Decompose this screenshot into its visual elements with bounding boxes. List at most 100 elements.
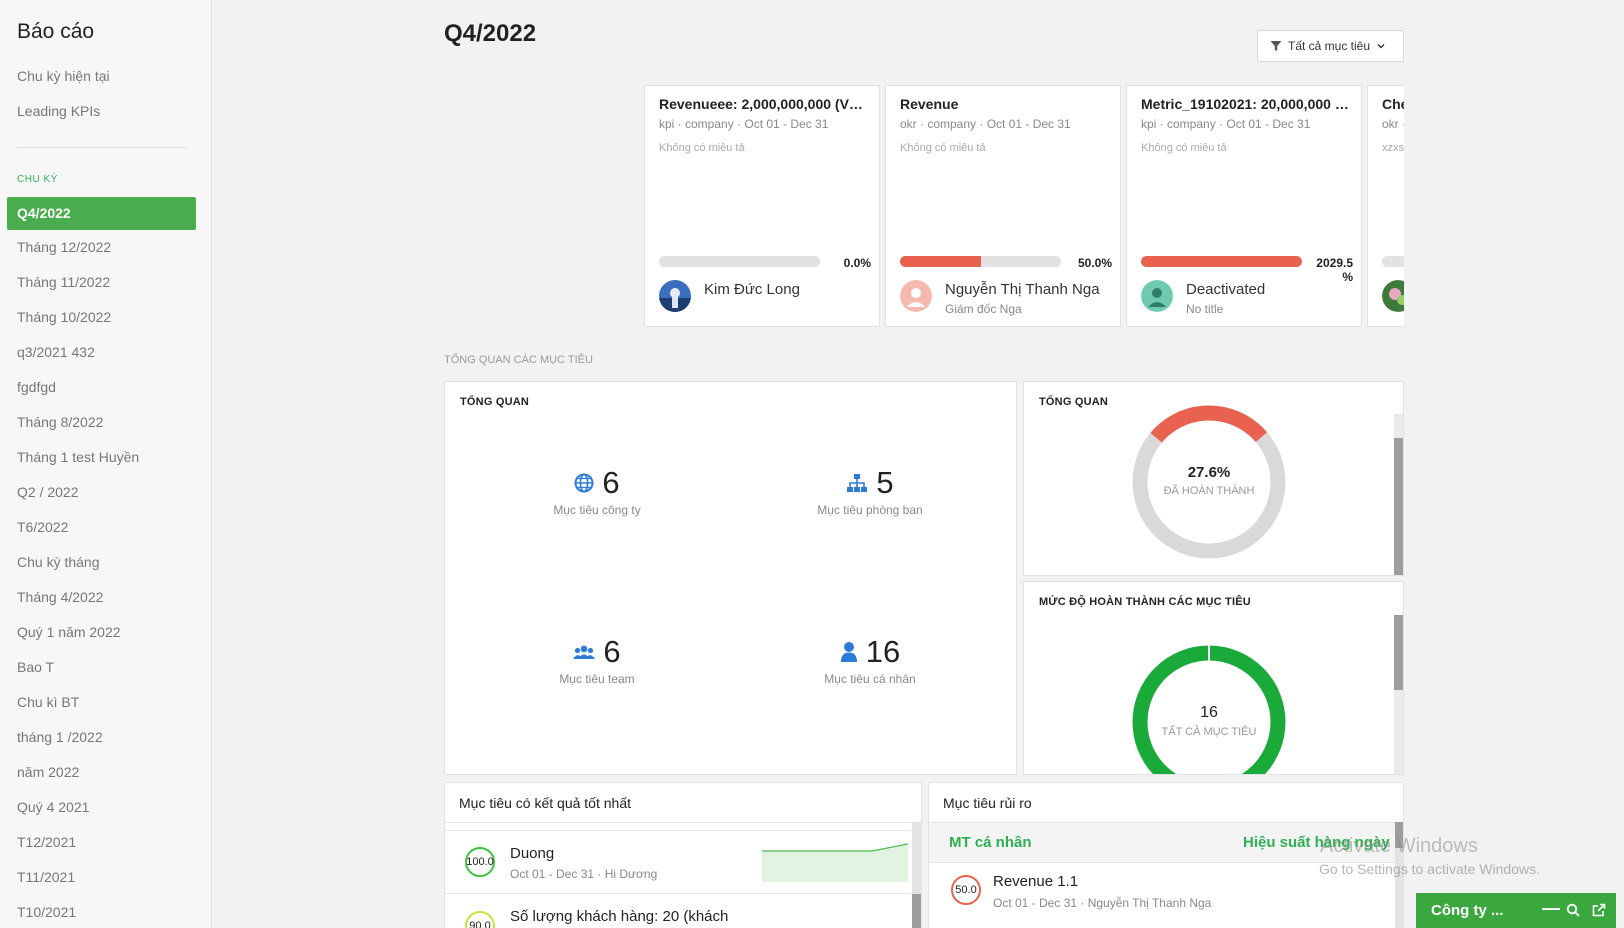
sidebar-cycle-item[interactable]: Bao T [7,651,196,684]
chat-widget-label: Công ty ... [1431,902,1504,919]
best-results-scrollbar[interactable] [912,822,921,928]
scrollbar-thumb[interactable] [912,894,921,928]
sidebar-cycle-item[interactable]: Tháng 12/2022 [7,231,196,264]
external-link-icon[interactable] [1592,903,1606,917]
stat-team-goals[interactable]: 6 Mục tiêu team [497,634,697,686]
best-result-row[interactable]: 90.0 Số lượng khách hàng: 20 (khách [445,894,911,928]
sidebar-cycle-item[interactable]: Tháng 10/2022 [7,301,196,334]
sidebar-cycle-item[interactable]: T10/2021 [7,896,196,928]
avatar [1141,280,1173,312]
page-title: Q4/2022 [444,20,537,47]
minimize-icon[interactable]: — [1542,898,1560,919]
kpi-owner-name: Nguyễn Thị Thanh Nga [945,281,1100,298]
kpi-card-description: xzxs [1382,142,1404,154]
activation-watermark-title: Activate Windows [1320,835,1478,857]
sidebar-cycle-item[interactable]: năm 2022 [7,756,196,789]
goal-filter-dropdown[interactable]: Tất cả mục tiêu [1257,30,1404,62]
sidebar-cycle-item[interactable]: T6/2022 [7,511,196,544]
sidebar-cycle-item[interactable]: Quý 4 2021 [7,791,196,824]
goal-meta: Oct 01 - Dec 31 · Hi Dương [510,867,658,881]
sidebar-cycle-item[interactable]: Tháng 11/2022 [7,266,196,299]
goal-levels-total: 16 [1200,704,1218,721]
overview-section-label: TỔNG QUAN CÁC MỤC TIÊU [444,354,593,366]
trend-sparkline [762,843,908,882]
stat-label: Mục tiêu team [559,672,635,686]
sidebar-cycle-item[interactable]: Chu kỳ tháng [7,546,196,579]
sidebar-cycle-item[interactable]: Tháng 1 test Huyền [7,441,196,474]
kpi-progress-label: 0.0% [843,256,871,270]
kpi-card-meta: okr · [1382,117,1404,131]
kpi-progress-bar [1382,256,1404,267]
sidebar-cycle-item[interactable]: T12/2021 [7,826,196,859]
stat-company-goals[interactable]: 6 Mục tiêu công ty [497,465,697,517]
sidebar-cycle-item[interactable]: fgdfgd [7,371,196,404]
risk-goals-title: Mục tiêu rủi ro [943,795,1032,811]
stat-department-goals[interactable]: 5 Mục tiêu phòng ban [770,465,970,517]
filter-label: Tất cả mục tiêu [1288,39,1371,53]
org-chart-icon [847,474,868,492]
goal-levels-panel: MỨC ĐỘ HOÀN THÀNH CÁC MỤC TIÊU 16 TẤT CẢ… [1023,581,1404,775]
best-result-row[interactable]: 100.0 Duong Oct 01 - Dec 31 · Hi Dương [445,831,911,893]
stat-value: 5 [876,465,894,500]
kpi-progress-bar [900,256,1061,267]
divider [445,822,921,823]
sidebar-cycle-item[interactable]: tháng 1 /2022 [7,721,196,754]
stat-label: Mục tiêu phòng ban [817,503,923,517]
goal-name: Duong [510,845,555,862]
tab-personal-goals[interactable]: MT cá nhân [949,834,1032,851]
kpi-card-meta: kpi · company · Oct 01 - Dec 31 [1141,117,1311,131]
sidebar-link-current-cycle[interactable]: Chu kỳ hiện tại [17,68,110,84]
goal-name: Số lượng khách hàng: 20 (khách [510,908,729,925]
kpi-card-description: Không có miêu tả [1141,142,1227,154]
kpi-card[interactable]: Revenueee: 2,000,000,000 (VND) kpi · com… [644,85,880,327]
kpi-card-meta: okr · company · Oct 01 - Dec 31 [900,117,1071,131]
stat-label: Mục tiêu cá nhân [824,672,916,686]
chat-widget[interactable]: Công ty ... — [1416,893,1616,928]
avatar [900,280,932,312]
kpi-progress-bar [1141,256,1302,267]
sidebar-cycle-item[interactable]: Tháng 4/2022 [7,581,196,614]
scrollbar-thumb[interactable] [1394,615,1403,690]
kpi-owner-name: Kim Đức Long [704,281,800,298]
goal-levels-scrollbar[interactable] [1394,615,1403,774]
sidebar-link-leading-kpis[interactable]: Leading KPIs [17,103,100,119]
sidebar-cycle-item[interactable]: Quý 1 năm 2022 [7,616,196,649]
kpi-progress-fill [1141,256,1302,267]
chevron-down-icon [1377,44,1385,49]
sidebar-cycle-active[interactable]: Q4/2022 [7,197,196,230]
kpi-card-description: Không có miêu tả [659,142,745,154]
sidebar-section-label: CHU KỲ [17,174,58,185]
sidebar-title: Báo cáo [17,20,95,43]
kpi-card[interactable]: Metric_19102021: 20,000,000 (VND) kpi · … [1126,85,1362,327]
overview-panel-title: TỔNG QUAN [460,396,530,408]
globe-icon [574,473,594,493]
team-icon [573,645,596,659]
stat-value: 16 [865,634,901,669]
search-icon[interactable] [1566,903,1580,917]
stat-personal-goals[interactable]: 16 Mục tiêu cá nhân [770,634,970,686]
score-gauge: 50.0 [951,875,981,905]
kpi-progress-label: 2029.5 % [1316,256,1353,284]
kpi-progress-fill [900,256,981,267]
scrollbar-thumb[interactable] [1394,438,1403,575]
completion-panel: TỔNG QUAN 27.6% ĐÃ HOÀN THÀNH [1023,381,1404,576]
stat-value: 6 [602,465,620,500]
sidebar-cycle-item[interactable]: T11/2021 [7,861,196,894]
sidebar-cycle-item[interactable]: Tháng 8/2022 [7,406,196,439]
stat-value: 6 [603,634,621,669]
kpi-card[interactable]: Revenue okr · company · Oct 01 - Dec 31 … [885,85,1121,327]
sidebar-cycle-item[interactable]: Chu kì BT [7,686,196,719]
completion-scrollbar[interactable] [1394,414,1403,575]
stat-label: Mục tiêu công ty [553,503,641,517]
kpi-card[interactable]: Che okr · xzxs [1367,85,1404,327]
overview-panel: TỔNG QUAN 6 Mục tiêu công ty 5 Mục tiêu … [444,381,1017,775]
kpi-owner-title: No title [1186,302,1224,316]
sidebar-cycle-item[interactable]: q3/2021 432 [7,336,196,369]
sidebar: Báo cáo Chu kỳ hiện tại Leading KPIs CHU… [0,0,212,928]
sidebar-cycle-item[interactable]: Q2 / 2022 [7,476,196,509]
completion-percent: 27.6% [1187,464,1231,481]
score-gauge: 100.0 [465,847,495,877]
goal-levels-panel-title: MỨC ĐỘ HOÀN THÀNH CÁC MỤC TIÊU [1039,596,1251,608]
goal-levels-caption: TẤT CẢ MỤC TIÊU [1161,726,1257,738]
kpi-card-title: Metric_19102021: 20,000,000 (VND) [1141,96,1353,112]
